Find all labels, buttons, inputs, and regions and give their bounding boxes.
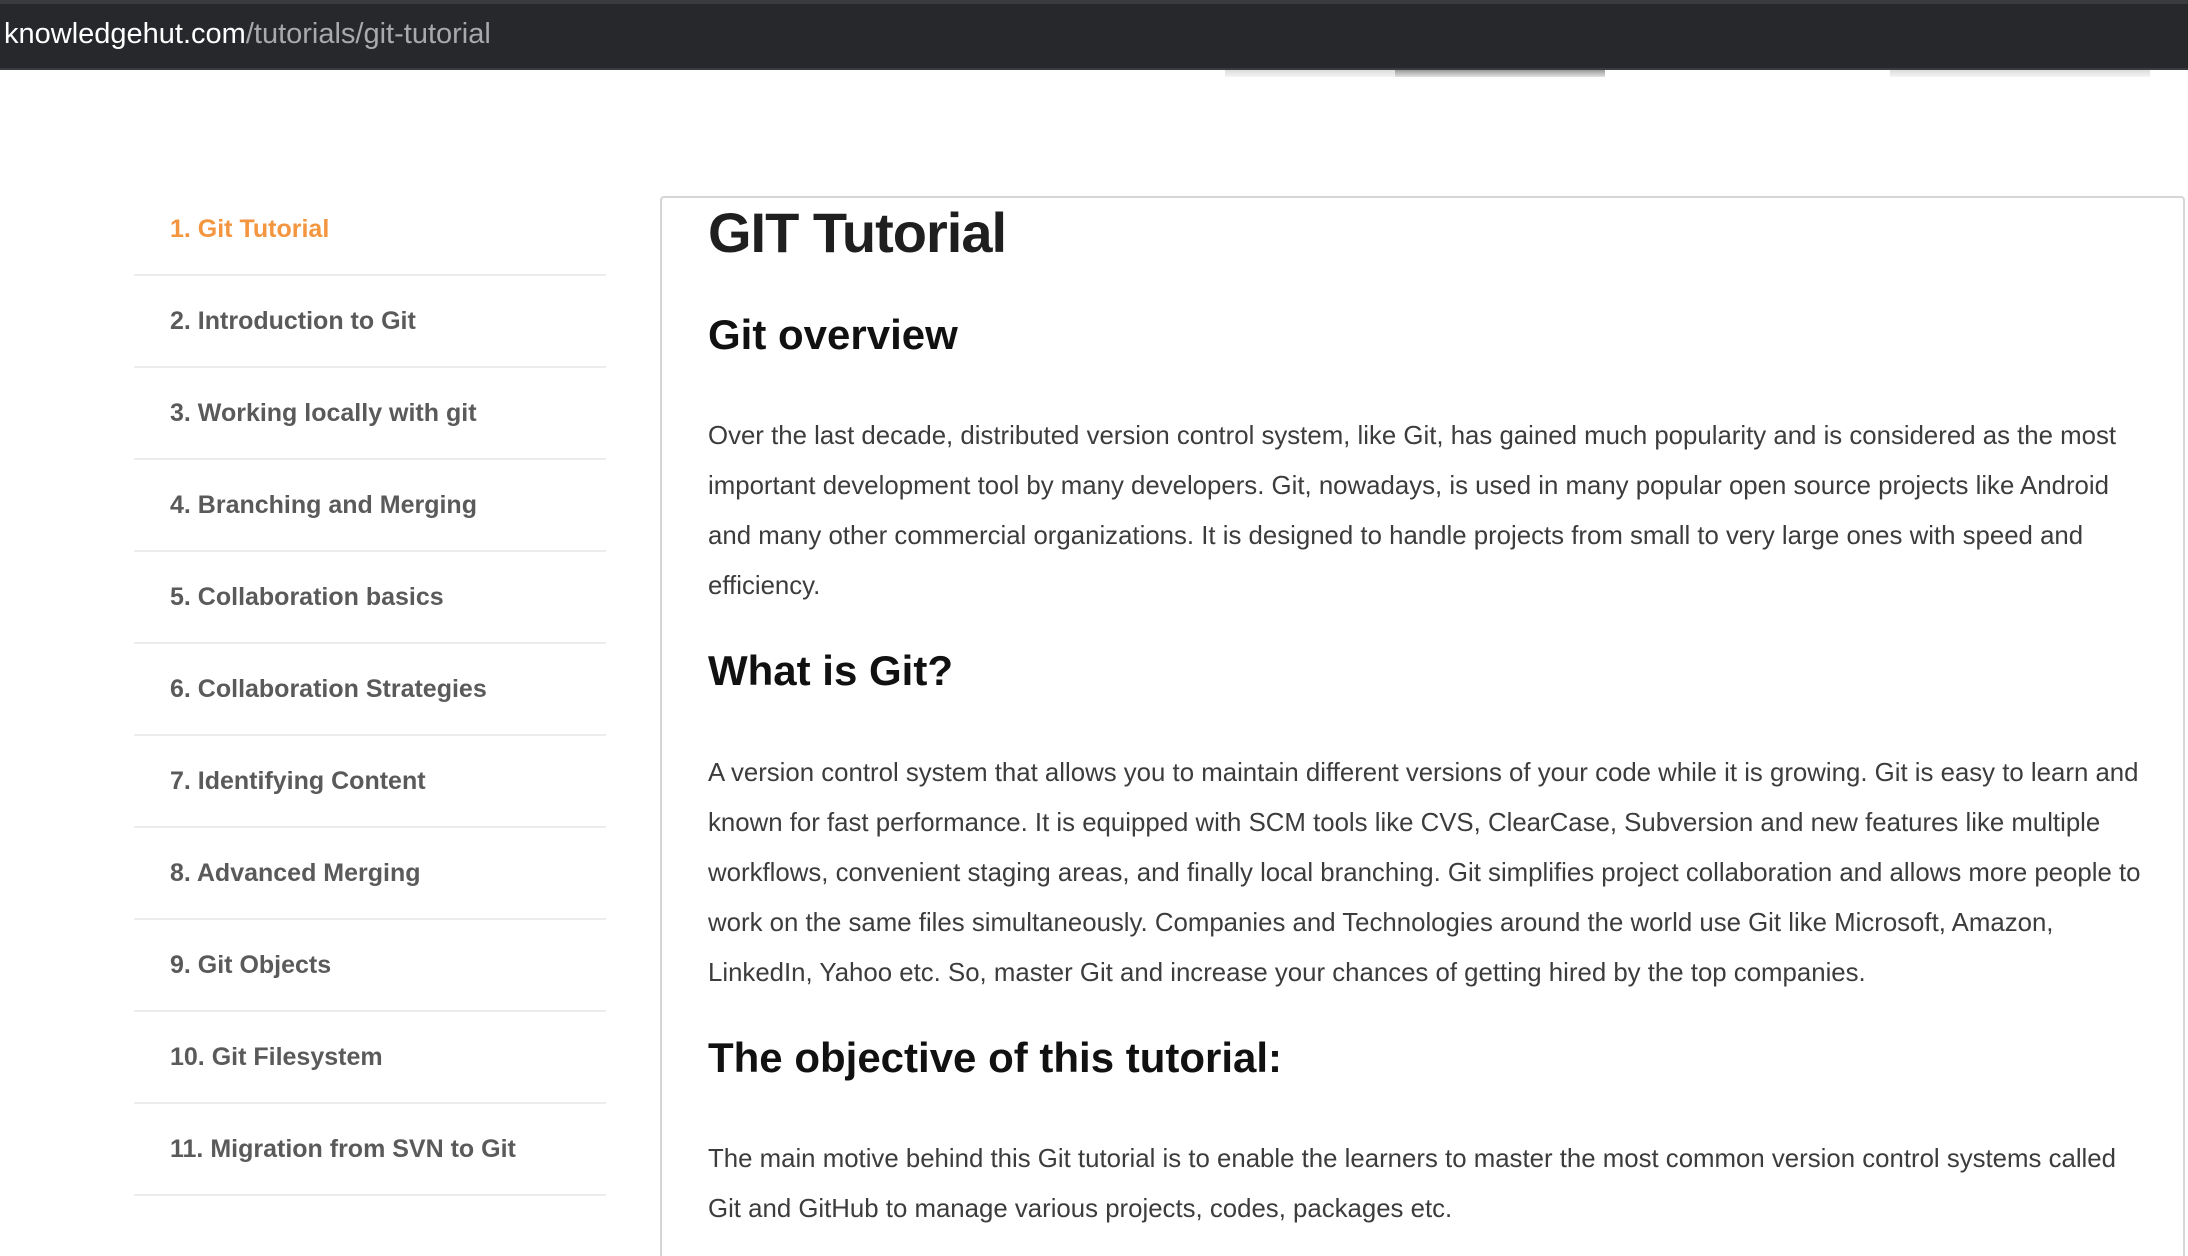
sidebar-item-introduction-to-git[interactable]: 2. Introduction to Git	[134, 276, 606, 368]
sidebar-item-collaboration-strategies[interactable]: 6. Collaboration Strategies	[134, 644, 606, 736]
section-heading-git-overview: Git overview	[708, 311, 958, 358]
sidebar-item-identifying-content[interactable]: 7. Identifying Content	[134, 736, 606, 828]
page-title: GIT Tutorial	[708, 201, 1007, 264]
browser-address-bar[interactable]: knowledgehut.com/tutorials/git-tutorial	[0, 0, 2188, 70]
sidebar-item-git-filesystem[interactable]: 10. Git Filesystem	[134, 1012, 606, 1104]
sidebar-item-branching-and-merging[interactable]: 4. Branching and Merging	[134, 460, 606, 552]
header-graphic-fragment	[1890, 70, 2150, 77]
url-field[interactable]: knowledgehut.com/tutorials/git-tutorial	[4, 14, 491, 54]
url-host: knowledgehut.com	[4, 18, 246, 50]
sidebar-item-collaboration-basics[interactable]: 5. Collaboration basics	[134, 552, 606, 644]
header-graphic-fragment	[1395, 70, 1605, 77]
section-body-objective: The main motive behind this Git tutorial…	[708, 1145, 2116, 1223]
sidebar-item-working-locally[interactable]: 3. Working locally with git	[134, 368, 606, 460]
sidebar-item-advanced-merging[interactable]: 8. Advanced Merging	[134, 828, 606, 920]
section-heading-what-is-git: What is Git?	[708, 647, 953, 694]
tutorial-sidebar: 1. Git Tutorial 2. Introduction to Git 3…	[134, 184, 606, 1196]
tutorial-content: GIT Tutorial Git overview Over the last …	[660, 196, 2185, 1256]
section-body-git-overview: Over the last decade, distributed versio…	[708, 422, 2117, 600]
section-body-what-is-git: A version control system that allows you…	[708, 759, 2141, 987]
section-heading-objective: The objective of this tutorial:	[708, 1034, 1283, 1081]
sidebar-item-migration-svn-to-git[interactable]: 11. Migration from SVN to Git	[134, 1104, 606, 1196]
sidebar-item-git-objects[interactable]: 9. Git Objects	[134, 920, 606, 1012]
sidebar-item-git-tutorial[interactable]: 1. Git Tutorial	[134, 184, 606, 276]
url-path: /tutorials/git-tutorial	[245, 18, 491, 50]
